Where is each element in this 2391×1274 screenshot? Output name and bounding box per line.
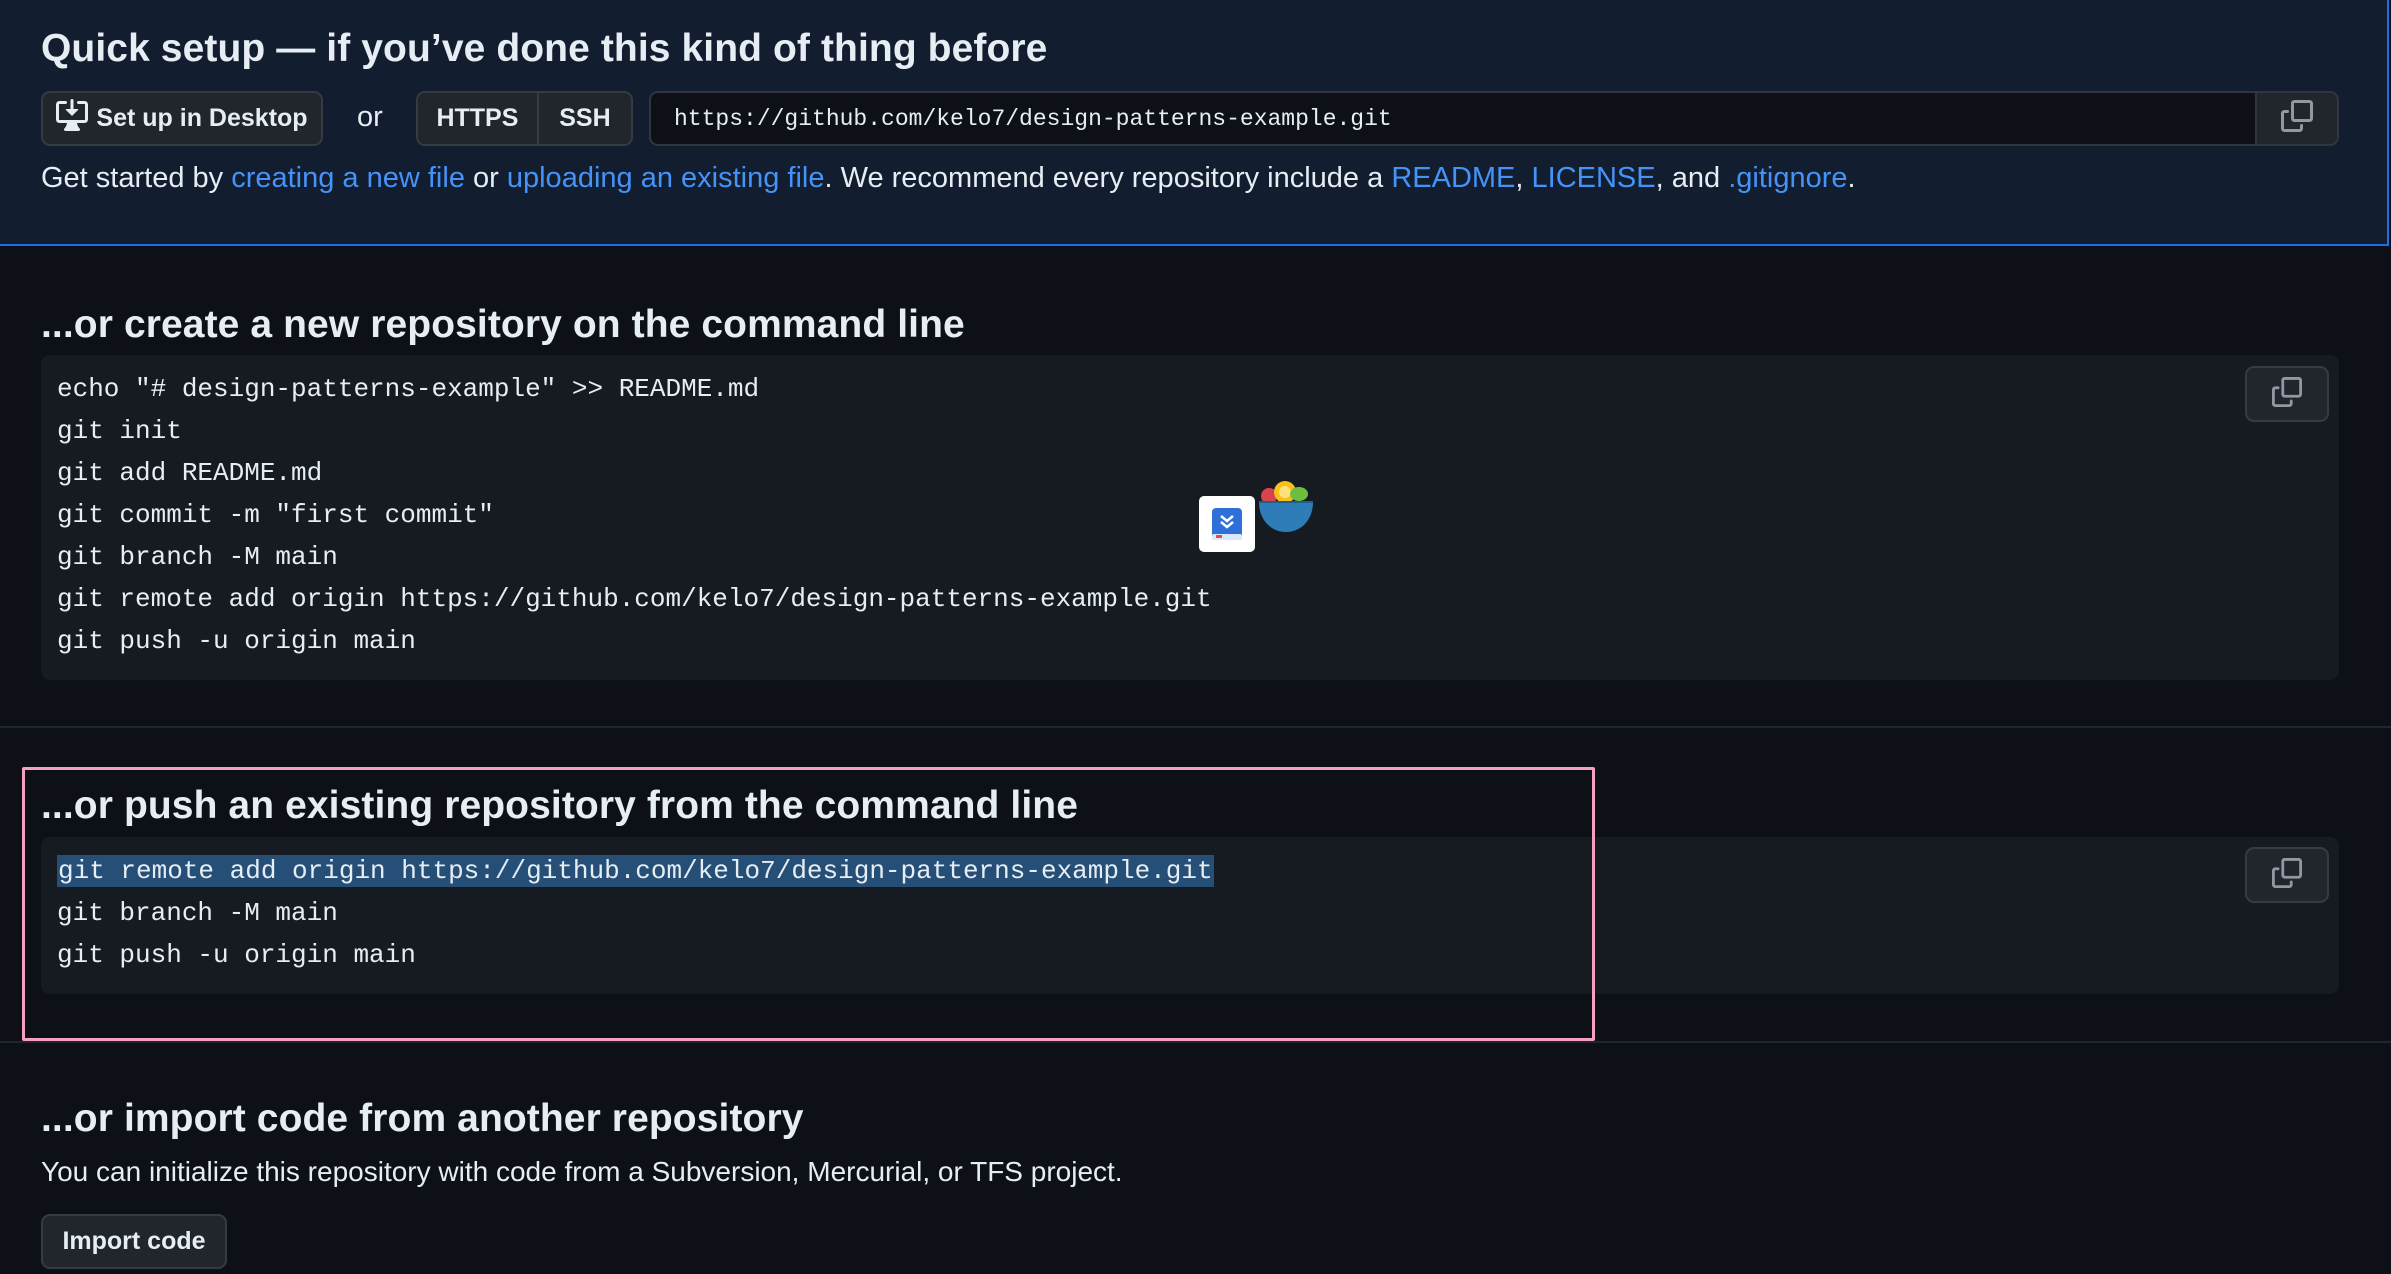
code-line: git remote add origin https://github.com… (57, 584, 1212, 614)
section-divider (0, 1041, 2391, 1043)
code-line: git push -u origin main (57, 626, 416, 656)
get-started-or: or (464, 162, 507, 194)
code-line: echo "# design-patterns-example" >> READ… (57, 374, 760, 404)
quick-setup-panel: Quick setup — if you’ve done this kind o… (0, 0, 2389, 246)
setup-in-desktop-label: Set up in Desktop (96, 104, 308, 132)
get-started-text: Get started by creating a new file or up… (41, 162, 1856, 195)
or-text: or (357, 101, 383, 133)
copy-icon (2272, 857, 2302, 893)
import-section-title: ...or import code from another repositor… (41, 1097, 804, 1140)
push-section-title: ...or push an existing repository from t… (41, 784, 1078, 827)
code-line: git push -u origin main (57, 940, 416, 970)
copy-create-commands-button[interactable] (2245, 366, 2329, 422)
copy-push-commands-button[interactable] (2245, 847, 2329, 903)
code-line: git branch -M main (57, 542, 338, 572)
code-line: git commit -m "first commit" (57, 500, 494, 530)
import-description: You can initialize this repository with … (41, 1156, 1123, 1187)
create-code-block[interactable]: echo "# design-patterns-example" >> READ… (41, 355, 2339, 680)
code-line-selected: git remote add origin https://github.com… (57, 855, 1214, 887)
protocol-toggle: HTTPS SSH (416, 91, 633, 146)
get-started-comma: , (1515, 162, 1532, 194)
clone-url-input[interactable]: https://github.com/kelo7/design-patterns… (649, 91, 2257, 146)
get-started-prefix: Get started by (41, 162, 232, 194)
readme-link[interactable]: README (1391, 162, 1515, 194)
ssh-button[interactable]: SSH (538, 93, 631, 144)
page: Quick setup — if you’ve done this kind o… (0, 0, 2391, 1274)
creating-new-file-link[interactable]: creating a new file (231, 162, 465, 194)
fruit-bowl-icon[interactable] (1255, 478, 1317, 538)
https-button[interactable]: HTTPS (418, 93, 539, 144)
push-code-block[interactable]: git remote add origin https://github.com… (41, 837, 2339, 994)
quick-setup-title: Quick setup — if you’ve done this kind o… (41, 27, 1048, 70)
copy-icon (2272, 376, 2302, 412)
import-code-button[interactable]: Import code (41, 1214, 227, 1269)
copy-icon (2281, 100, 2313, 137)
code-line: git branch -M main (57, 898, 338, 928)
get-started-and: , and (1655, 162, 1729, 194)
copy-url-button[interactable] (2255, 91, 2339, 146)
uploading-existing-file-link[interactable]: uploading an existing file (507, 162, 825, 194)
code-line: git init (57, 416, 182, 446)
section-divider (0, 726, 2391, 728)
get-started-middle: . We recommend every repository include … (824, 162, 1392, 194)
gitignore-link[interactable]: .gitignore (1728, 162, 1847, 194)
code-line: git add README.md (57, 458, 323, 488)
get-started-period: . (1847, 162, 1856, 194)
create-section-title: ...or create a new repository on the com… (41, 303, 965, 346)
setup-in-desktop-button[interactable]: Set up in Desktop (41, 91, 323, 146)
license-link[interactable]: LICENSE (1532, 162, 1656, 194)
desktop-download-icon (56, 99, 89, 138)
book-app-icon[interactable] (1199, 496, 1255, 552)
